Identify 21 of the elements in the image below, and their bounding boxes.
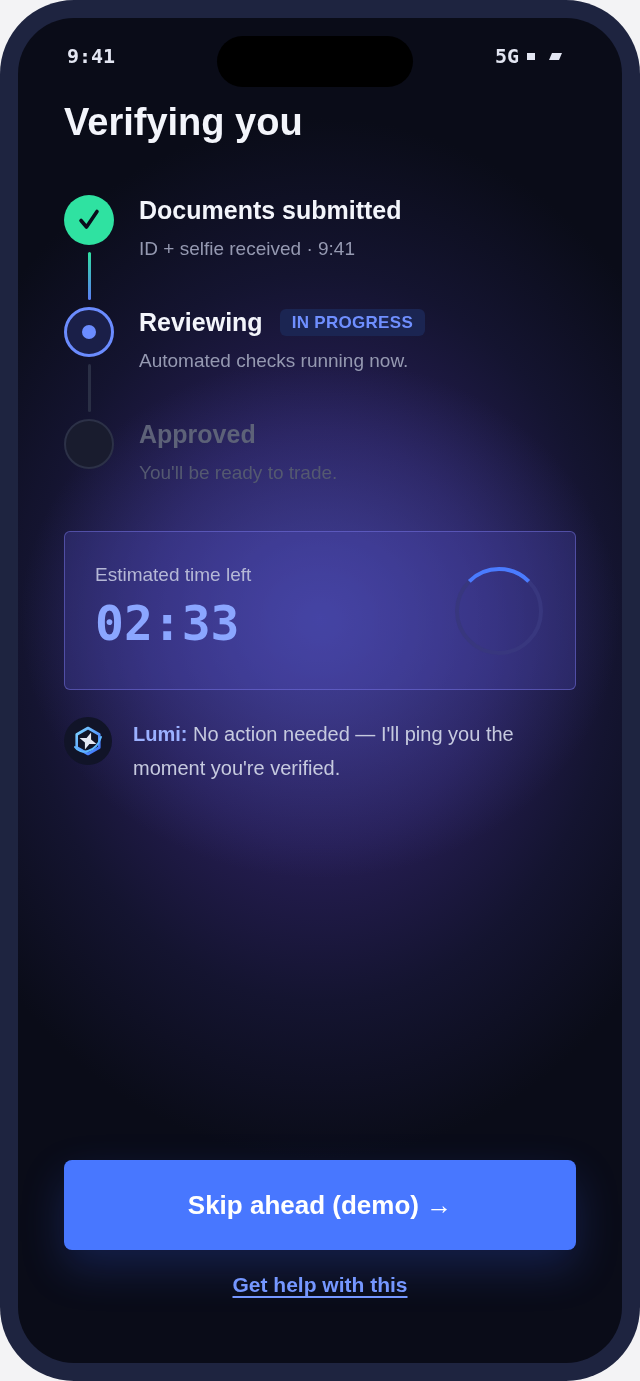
status-badge: IN PROGRESS — [279, 308, 426, 336]
spinner-icon — [453, 564, 545, 657]
status-time: 9:41 — [67, 44, 117, 68]
skip-button[interactable]: Skip ahead (demo) → — [64, 1160, 576, 1250]
step-connector — [87, 252, 91, 300]
page-title: Verifying you — [64, 100, 304, 144]
check-circle-icon — [64, 195, 114, 245]
help-link[interactable]: Get help with this — [232, 1273, 408, 1297]
assistant-message: Lumi: No action needed — I'll ping you the moment you're verified. — [133, 722, 515, 781]
step-title: Documents submitted — [139, 195, 402, 225]
square-icon — [527, 52, 535, 60]
ring-dot-icon — [64, 307, 114, 357]
step-title: Approved — [139, 419, 256, 449]
step-description: ID + selfie received · 9:41 — [139, 237, 356, 261]
countdown-timer: 02:33 — [95, 594, 241, 651]
step-title: Reviewing — [139, 307, 263, 337]
slanted-bar-icon — [549, 52, 562, 60]
empty-circle-icon — [64, 419, 114, 469]
step-description: Automated checks running now. — [139, 349, 410, 373]
estimate-label: Estimated time left — [95, 562, 252, 587]
network-label: 5G — [494, 44, 519, 68]
